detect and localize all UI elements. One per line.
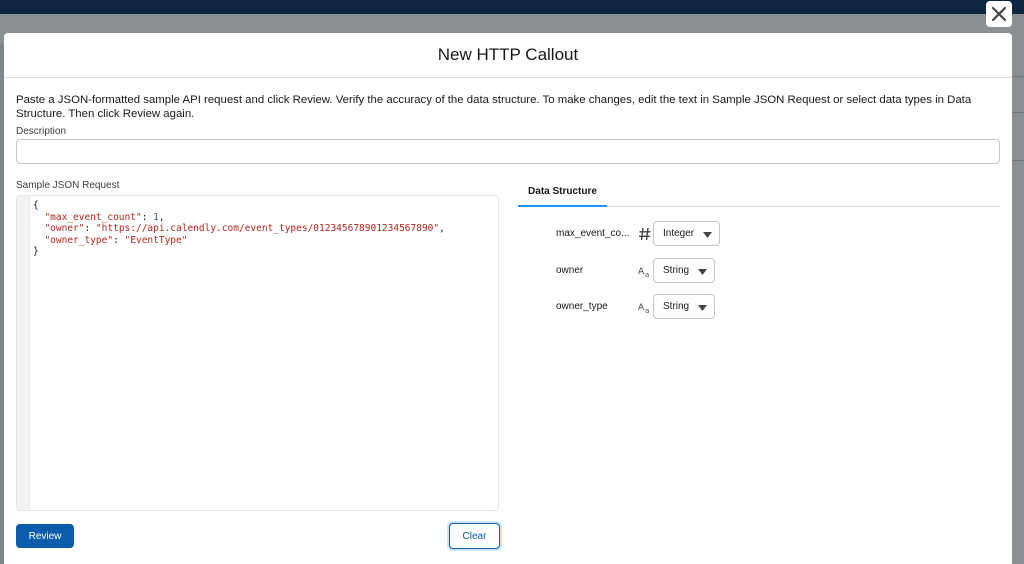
- instructions-text: Paste a JSON-formatted sample API reques…: [16, 94, 972, 120]
- json-value: "https://api.calendly.com/event_types/01…: [95, 223, 440, 234]
- field-type-select[interactable]: String: [653, 294, 715, 319]
- number-icon: [638, 225, 652, 243]
- field-type-select[interactable]: String: [653, 258, 715, 283]
- text-icon: A a: [638, 262, 652, 280]
- app-top-bar: [0, 0, 1024, 14]
- json-value: 1: [153, 211, 159, 223]
- editor-gutter: [17, 196, 30, 510]
- field-type-value: String: [663, 265, 690, 276]
- chevron-down-icon: [703, 232, 712, 238]
- review-button[interactable]: Review: [16, 524, 74, 548]
- modal-title: New HTTP Callout: [437, 45, 579, 64]
- field-type-value: Integer: [663, 228, 695, 239]
- json-close-brace: }: [33, 246, 39, 257]
- sample-json-editor[interactable]: { "max_event_count": 1, "owner": "https:…: [16, 195, 499, 511]
- data-structure-row: owner_type A a String: [554, 294, 754, 320]
- close-icon: [991, 6, 1007, 22]
- description-label: Description: [16, 126, 67, 137]
- chevron-down-icon: [698, 269, 707, 275]
- clear-button[interactable]: Clear: [449, 523, 500, 549]
- svg-text:A: A: [638, 267, 645, 277]
- chevron-down-icon: [698, 305, 707, 311]
- data-structure-row: max_event_co... Integer: [554, 221, 754, 247]
- svg-text:a: a: [645, 307, 649, 314]
- text-icon: A a: [638, 298, 652, 316]
- data-structure-tabs: Data Structure: [518, 178, 1000, 207]
- json-open-brace: {: [33, 200, 39, 211]
- modal-header: New HTTP Callout: [4, 33, 1012, 78]
- svg-text:A: A: [638, 303, 645, 313]
- sample-json-label: Sample JSON Request: [16, 180, 120, 191]
- field-type-value: String: [663, 301, 690, 312]
- new-http-callout-modal: New HTTP Callout Paste a JSON-formatted …: [4, 33, 1012, 564]
- tab-data-structure[interactable]: Data Structure: [518, 178, 607, 207]
- close-modal-button[interactable]: [986, 1, 1012, 27]
- field-name: owner_type: [556, 301, 608, 312]
- json-key: "owner": [44, 223, 85, 234]
- json-key: "max_event_count": [44, 211, 142, 223]
- json-value: "EventType": [124, 234, 188, 246]
- field-name: max_event_co...: [556, 228, 630, 239]
- data-structure-row: owner A a String: [554, 258, 754, 284]
- field-type-select[interactable]: Integer: [653, 221, 720, 246]
- field-name: owner: [556, 265, 584, 276]
- json-key: "owner_type": [44, 234, 114, 246]
- json-code[interactable]: { "max_event_count": 1, "owner": "https:…: [33, 200, 445, 258]
- svg-text:a: a: [645, 271, 649, 278]
- app-side-panel: [1012, 44, 1024, 564]
- description-input[interactable]: [16, 139, 1000, 164]
